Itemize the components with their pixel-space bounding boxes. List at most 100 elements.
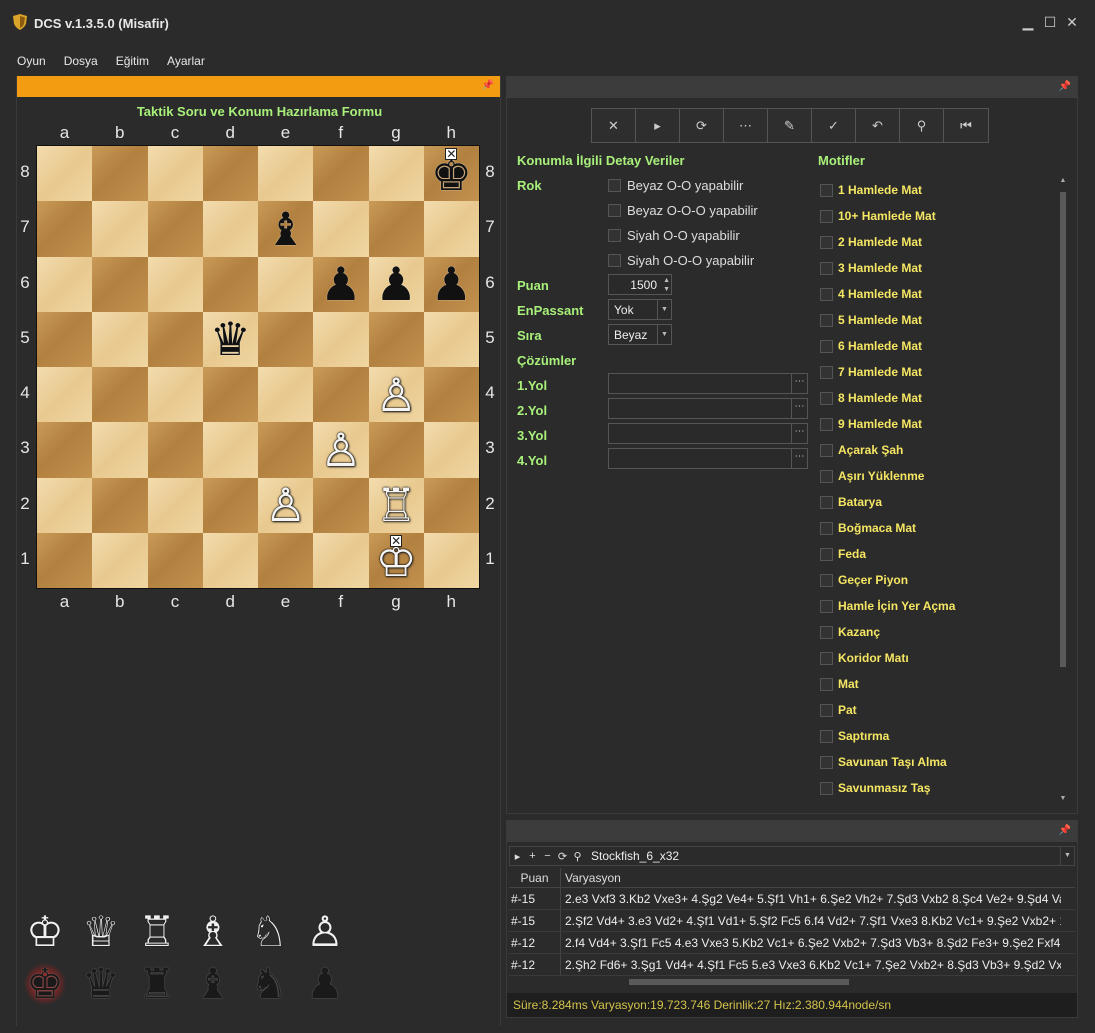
motif-item[interactable]: 8 Hamlede Mat (820, 385, 1060, 411)
motif-item[interactable]: Açarak Şah (820, 437, 1060, 463)
motif-item[interactable]: Feda (820, 541, 1060, 567)
checkbox[interactable] (820, 391, 833, 405)
square-g3[interactable] (368, 422, 424, 478)
square-a7[interactable] (37, 201, 93, 257)
black-queen-piece[interactable]: ♛ (210, 316, 251, 362)
checkbox[interactable] (820, 183, 833, 197)
table-row[interactable]: #-12 2.Şh2 Fd6+ 3.Şg1 Vd4+ 4.Şf1 Fc5 5.e3… (509, 954, 1075, 976)
palette-black-piece[interactable]: ♝ (191, 963, 235, 1005)
refresh-icon[interactable]: ⟳ (555, 850, 570, 863)
menu-ayarlar[interactable]: Ayarlar (164, 54, 208, 72)
spin-arrows-icon[interactable]: ▲ ▼ (663, 276, 670, 294)
motif-item[interactable]: Pat (820, 697, 1060, 723)
palette-white-piece[interactable]: ♘ (247, 911, 291, 953)
table-row[interactable]: #-15 2.e3 Vxf3 3.Kb2 Vxe3+ 4.Şg2 Ve4+ 5.Ş… (509, 888, 1075, 910)
motif-item[interactable]: 3 Hamlede Mat (820, 255, 1060, 281)
square-e8[interactable] (258, 146, 314, 202)
square-e7[interactable]: ♝ (258, 201, 314, 257)
motif-item[interactable]: 1 Hamlede Mat (820, 177, 1060, 203)
square-b1[interactable] (92, 532, 148, 588)
square-g8[interactable] (368, 146, 424, 202)
checkbox[interactable] (820, 339, 833, 353)
square-e3[interactable] (258, 422, 314, 478)
search-button[interactable]: ⚲ (900, 109, 944, 142)
puan-spinbox[interactable]: 1500 ▲ ▼ (608, 274, 672, 295)
palette-black-piece[interactable]: ♛ (79, 963, 123, 1005)
motif-scrollbar[interactable]: ▲ ▼ (1057, 177, 1069, 802)
palette-black-piece[interactable]: ♜ (135, 963, 179, 1005)
palette-white-piece[interactable]: ♔ (23, 911, 67, 953)
palette-white-piece[interactable]: ♗ (191, 911, 235, 953)
chevron-down-icon[interactable]: ▼ (657, 300, 671, 319)
pin-icon[interactable]: 📌 (482, 80, 494, 91)
checkbox[interactable] (820, 677, 833, 691)
engine-name[interactable]: Stockfish_6_x32 (591, 849, 1060, 863)
square-h7[interactable] (423, 201, 479, 257)
castle-white-short[interactable]: Beyaz O-O yapabilir (608, 178, 743, 193)
square-f2[interactable] (313, 477, 369, 533)
motif-item[interactable]: Savunmasız Taş (820, 775, 1060, 801)
square-b8[interactable] (92, 146, 148, 202)
square-c8[interactable] (147, 146, 203, 202)
checkbox[interactable] (820, 287, 833, 301)
square-a1[interactable] (37, 532, 93, 588)
square-e4[interactable] (258, 367, 314, 423)
checkbox[interactable] (820, 469, 833, 483)
square-c4[interactable] (147, 367, 203, 423)
refresh-button[interactable]: ⟳ (680, 109, 724, 142)
square-e6[interactable] (258, 256, 314, 312)
castle-white-long[interactable]: Beyaz O-O-O yapabilir (608, 203, 758, 218)
motif-item[interactable]: Geçer Piyon (820, 567, 1060, 593)
square-h6[interactable]: ♟ (423, 256, 479, 312)
confirm-button[interactable]: ✓ (812, 109, 856, 142)
square-g1[interactable]: ♔ ✕ (368, 532, 424, 588)
square-g2[interactable]: ♖ (368, 477, 424, 533)
scrollbar-thumb[interactable] (629, 979, 849, 985)
square-d4[interactable] (202, 367, 258, 423)
motif-item[interactable]: Kazanç (820, 619, 1060, 645)
solution-4-input[interactable]: ⋯ (608, 448, 808, 469)
square-e2[interactable]: ♙ (258, 477, 314, 533)
motif-item[interactable]: Koridor Matı (820, 645, 1060, 671)
square-f7[interactable] (313, 201, 369, 257)
maximize-button[interactable]: ☐ (1040, 14, 1060, 31)
square-g4[interactable]: ♙ (368, 367, 424, 423)
square-h8[interactable]: ♚ ✕ (423, 146, 479, 202)
castle-black-short[interactable]: Siyah O-O yapabilir (608, 228, 740, 243)
square-a4[interactable] (37, 367, 93, 423)
square-b6[interactable] (92, 256, 148, 312)
col-line-header[interactable]: Varyasyon (561, 868, 621, 887)
search-icon[interactable]: ⚲ (570, 850, 585, 863)
chevron-down-icon[interactable]: ▼ (1060, 847, 1074, 865)
menu-dosya[interactable]: Dosya (61, 54, 101, 72)
black-pawn-piece[interactable]: ♟ (431, 261, 472, 307)
square-f4[interactable] (313, 367, 369, 423)
black-pawn-piece[interactable]: ♟ (320, 261, 361, 307)
palette-black-piece[interactable]: ♞ (247, 963, 291, 1005)
square-d1[interactable] (202, 532, 258, 588)
square-e5[interactable] (258, 311, 314, 367)
square-f5[interactable] (313, 311, 369, 367)
square-h5[interactable] (423, 311, 479, 367)
checkbox[interactable] (820, 495, 833, 509)
square-a8[interactable] (37, 146, 93, 202)
col-score-header[interactable]: Puan (509, 868, 561, 887)
chess-board[interactable]: ♚ ✕ ♝ ♟ ♟ ♟ ♛ ♙ ♙ ♙ ♖ ♔ ✕ (37, 146, 479, 588)
pin-icon[interactable]: 📌 (1059, 825, 1071, 836)
square-c2[interactable] (147, 477, 203, 533)
browse-button[interactable]: ⋯ (791, 449, 807, 468)
scrollbar-thumb[interactable] (1060, 192, 1066, 667)
first-button[interactable]: ⏮ (944, 109, 988, 142)
motif-item[interactable]: Savunan Taşı Alma (820, 749, 1060, 775)
motif-item[interactable]: Saptırma (820, 723, 1060, 749)
square-d2[interactable] (202, 477, 258, 533)
checkbox[interactable] (608, 254, 621, 267)
motif-item[interactable]: Aşırı Yüklenme (820, 463, 1060, 489)
square-g7[interactable] (368, 201, 424, 257)
enpassant-select[interactable]: Yok ▼ (608, 299, 672, 320)
motif-item[interactable]: 5 Hamlede Mat (820, 307, 1060, 333)
square-c5[interactable] (147, 311, 203, 367)
castle-black-long[interactable]: Siyah O-O-O yapabilir (608, 253, 754, 268)
square-f8[interactable] (313, 146, 369, 202)
minus-icon[interactable]: − (540, 850, 555, 862)
